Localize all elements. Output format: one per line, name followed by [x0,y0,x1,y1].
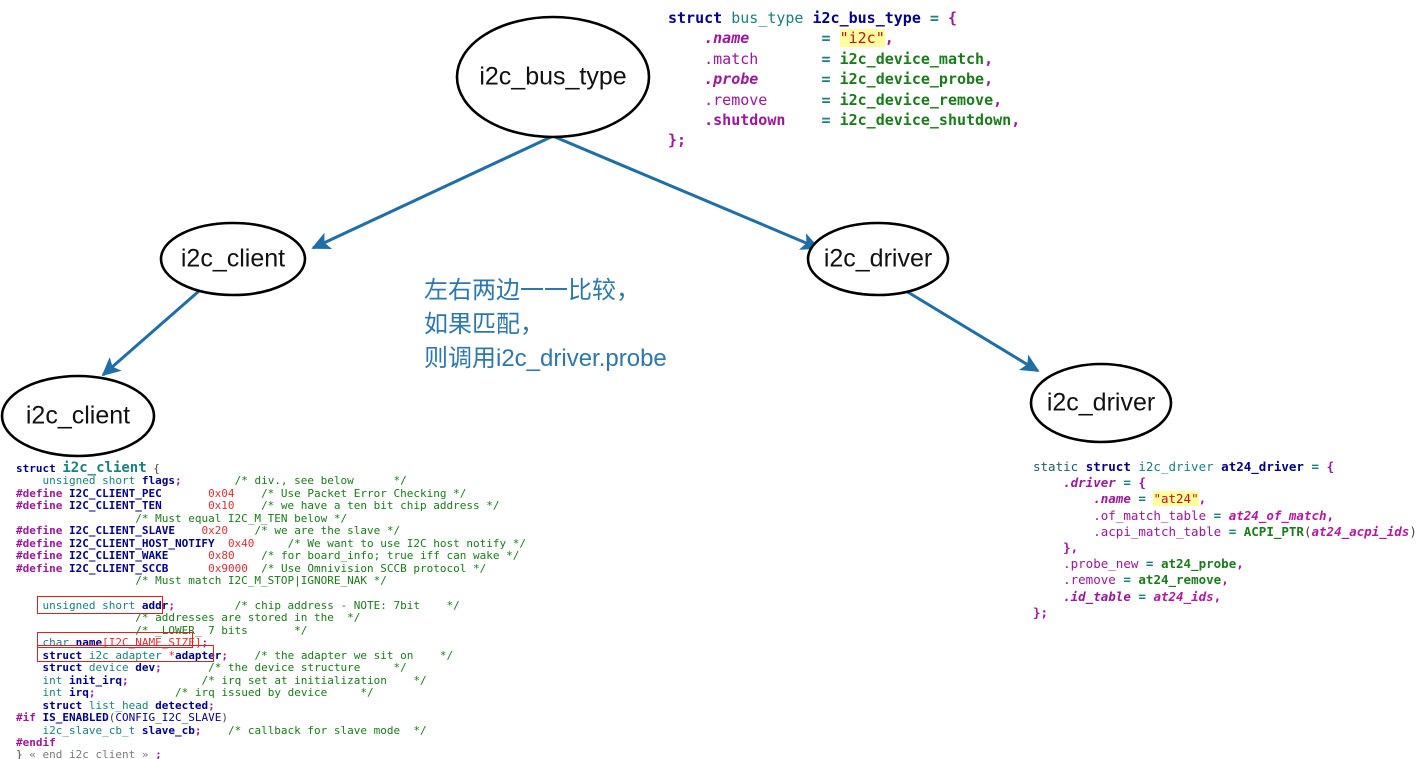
node-i2c-client-top[interactable]: i2c_client [159,221,307,297]
diagram-canvas: i2c_bus_type i2c_client i2c_driver i2c_c… [0,0,1418,759]
arrow-bus-to-driver [554,135,820,250]
node-ellipse [1029,362,1173,444]
arrow-bus-to-client [311,135,552,250]
node-ellipse [0,374,156,458]
node-ellipse [159,221,307,297]
node-label: i2c_client [26,402,130,430]
node-i2c-driver-bottom[interactable]: i2c_driver [1029,362,1173,444]
node-label: i2c_bus_type [479,63,626,91]
node-i2c-driver-top[interactable]: i2c_driver [806,221,950,297]
annotation-line-2: 如果匹配， [424,311,544,338]
arrow-client-to-client [101,289,200,377]
node-ellipse [806,221,950,297]
code-block-i2c-bus-type: struct bus_type i2c_bus_type = { .name =… [668,9,1021,150]
code-block-at24-driver: static struct i2c_driver at24_driver = {… [1033,459,1418,620]
annotation-line-3: 则调用i2c_driver.probe [424,345,667,372]
node-label: i2c_client [181,245,285,273]
annotation-line-1: 左右两边一一比较， [424,277,640,304]
annotation-note: 左右两边一一比较， 如果匹配， 则调用i2c_driver.probe [424,274,667,376]
node-label: i2c_driver [824,245,932,273]
arrow-driver-to-driver [905,289,1040,373]
node-i2c-bus-type[interactable]: i2c_bus_type [455,15,651,139]
node-ellipse [455,15,651,139]
highlight-box-addr-field [37,596,163,614]
node-label: i2c_driver [1047,389,1155,417]
highlight-box-adapter-field [37,645,214,662]
node-i2c-client-bottom[interactable]: i2c_client [0,374,156,458]
